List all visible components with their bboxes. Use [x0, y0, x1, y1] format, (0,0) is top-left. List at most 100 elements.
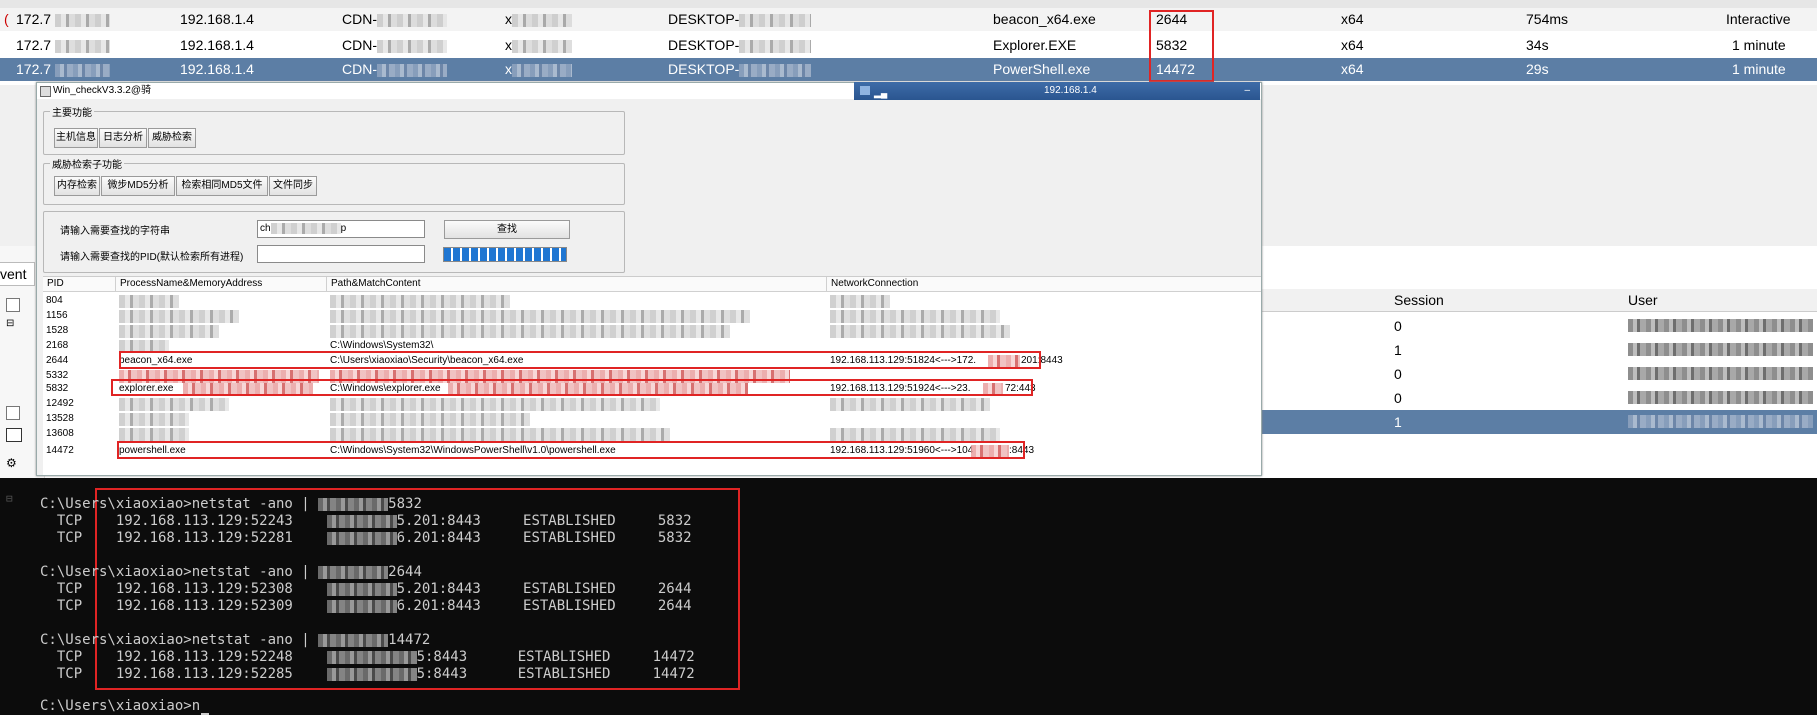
result-pid: 2168: [46, 340, 69, 351]
session-listener: CDN-: [342, 37, 377, 53]
same-md5-search-button[interactable]: 检索相同MD5文件: [176, 176, 268, 196]
result-path: C:\Windows\System32\: [330, 340, 434, 351]
session-external: 172.7: [16, 61, 52, 77]
session-value: 1: [1394, 414, 1402, 430]
beacon-status-icon: (: [4, 11, 9, 27]
session-process: Explorer.EXE: [993, 37, 1077, 53]
signal-icon: ▂▄: [874, 88, 888, 98]
session-value: 0: [1394, 390, 1402, 406]
event-tab[interactable]: vent: [0, 262, 35, 286]
window-icon: [6, 428, 22, 442]
host-info-button[interactable]: 主机信息: [54, 128, 98, 148]
session-user: x: [505, 61, 512, 77]
network-column-header[interactable]: NetworkConnection: [826, 277, 918, 291]
session-row[interactable]: ( 172.7 192.168.1.4 CDN- x DESKTOP- beac…: [0, 8, 1817, 31]
console-line: C:\Users\xiaoxiao>netstat -ano | 2644: [40, 564, 422, 580]
search-string-input[interactable]: ch p: [257, 220, 425, 238]
result-row[interactable]: 1156: [43, 308, 1261, 323]
console-line: TCP 192.168.113.129:52281 6.201:8443 EST…: [40, 530, 692, 546]
result-process: beacon_x64.exe: [119, 355, 193, 366]
process-column-header[interactable]: ProcessName&MemoryAddress: [115, 277, 262, 291]
result-row[interactable]: 1528: [43, 323, 1261, 338]
console-line: C:\Users\xiaoxiao>netstat -ano | 14472: [40, 632, 431, 648]
console-line: TCP 192.168.113.129:52308 5.201:8443 EST…: [40, 581, 692, 597]
find-button[interactable]: 查找: [444, 220, 570, 239]
main-functions-label: 主要功能: [50, 104, 94, 119]
log-analysis-button[interactable]: 日志分析: [99, 128, 147, 148]
session-last: 29s: [1526, 61, 1549, 77]
result-row[interactable]: 12492: [43, 396, 1261, 411]
pid-column-header[interactable]: PID: [43, 277, 64, 291]
search-progress-bar: [443, 247, 567, 262]
result-row[interactable]: 13528: [43, 411, 1261, 426]
session-sleep: Interactive: [1726, 11, 1791, 27]
result-row-powershell[interactable]: 14472 powershell.exe C:\Windows\System32…: [43, 443, 1261, 458]
search-string-label: 请输入需要查找的字符串: [60, 226, 170, 237]
expand-icon[interactable]: ⊟: [6, 318, 14, 329]
search-string-tail: p: [340, 223, 347, 234]
checkbox-icon[interactable]: [6, 406, 20, 420]
session-user: x: [505, 11, 512, 27]
result-pid: 804: [46, 295, 63, 306]
results-list: PID ProcessName&MemoryAddress Path&Match…: [43, 276, 1261, 475]
lower-table-row[interactable]: 0: [1262, 386, 1817, 410]
memory-search-button[interactable]: 内存检索: [54, 176, 100, 196]
result-pid: 1528: [46, 325, 69, 336]
pid-input[interactable]: [257, 245, 425, 263]
console-line: TCP 192.168.113.129:52248 5:8443 ESTABLI…: [40, 649, 695, 665]
session-computer: DESKTOP-: [668, 37, 740, 53]
session-sleep: 1 minute: [1732, 37, 1786, 53]
session-row[interactable]: 172.7 192.168.1.4 CDN- x DESKTOP- Explor…: [0, 34, 1817, 57]
console-line: TCP 192.168.113.129:52309 6.201:8443 EST…: [40, 598, 692, 614]
lower-table-row-selected[interactable]: 1: [1262, 410, 1817, 434]
result-path: C:\Users\xiaoxiao\Security\beacon_x64.ex…: [330, 355, 524, 366]
minimize-icon[interactable]: –: [1244, 82, 1250, 100]
threatbook-md5-button[interactable]: 微步MD5分析: [101, 176, 175, 196]
lower-table-header: Session User: [1262, 289, 1817, 312]
result-process: explorer.exe: [119, 383, 174, 394]
session-arch: x64: [1341, 11, 1364, 27]
lower-table-row[interactable]: 0: [1262, 362, 1817, 386]
result-row[interactable]: 2168 C:\Windows\System32\: [43, 338, 1261, 353]
session-value: 1: [1394, 342, 1402, 358]
lower-table-row[interactable]: 0: [1262, 314, 1817, 338]
progress-fill: [444, 248, 566, 261]
result-row-explorer[interactable]: 5832 explorer.exe C:\Windows\explorer.ex…: [43, 381, 1261, 396]
sessions-table: ( 172.7 192.168.1.4 CDN- x DESKTOP- beac…: [0, 0, 1817, 85]
rdp-titlebar[interactable]: ▂▄ 192.168.1.4 –: [854, 82, 1260, 100]
session-value: 0: [1394, 318, 1402, 334]
session-last: 34s: [1526, 37, 1549, 53]
result-pid: 14472: [46, 445, 74, 456]
file-sync-button[interactable]: 文件同步: [269, 176, 317, 196]
search-group: 请输入需要查找的字符串 ch p 查找 请输入需要查找的PID(默认检索所有进程): [43, 211, 625, 273]
rdp-pin-icon[interactable]: [860, 86, 870, 95]
checkbox-icon[interactable]: [6, 298, 20, 312]
session-arch: x64: [1341, 61, 1364, 77]
result-pid: 13608: [46, 428, 74, 439]
threat-search-button[interactable]: 威胁检索: [148, 128, 196, 148]
result-pid: 1156: [46, 310, 68, 321]
console-line: TCP 192.168.113.129:52243 5.201:8443 EST…: [40, 513, 692, 529]
session-sleep: 1 minute: [1732, 61, 1786, 77]
result-row[interactable]: 804: [43, 293, 1261, 308]
session-pid: 5832: [1156, 37, 1188, 53]
threat-subfunctions-group: 威胁检索子功能 内存检索 微步MD5分析 检索相同MD5文件 文件同步: [43, 156, 625, 205]
event-tab-label: vent: [0, 266, 27, 282]
window-title: Win_checkV3.3.2@骑: [53, 85, 151, 96]
session-internal: 192.168.1.4: [180, 37, 254, 53]
session-row-selected[interactable]: 172.7 192.168.1.4 CDN- x DESKTOP- PowerS…: [0, 58, 1817, 81]
session-pid: 2644: [1156, 11, 1188, 27]
path-column-header[interactable]: Path&MatchContent: [326, 277, 421, 291]
console-prompt[interactable]: C:\Users\xiaoxiao>n: [40, 698, 210, 715]
result-pid: 13528: [46, 413, 74, 424]
result-row[interactable]: 13608: [43, 426, 1261, 441]
command-console[interactable]: ⊟ C:\Users\xiaoxiao>netstat -ano | 5832 …: [0, 478, 1817, 715]
session-last: 754ms: [1526, 11, 1569, 27]
lower-table-row[interactable]: 1: [1262, 338, 1817, 362]
result-row-beacon[interactable]: 2644 beacon_x64.exe C:\Users\xiaoxiao\Se…: [43, 353, 1261, 368]
subfunctions-label: 威胁检索子功能: [50, 156, 124, 171]
tree-collapse-icon[interactable]: ⊟: [6, 492, 13, 505]
result-process: powershell.exe: [119, 445, 186, 456]
session-computer: DESKTOP-: [668, 11, 740, 27]
app-icon: [40, 86, 51, 97]
